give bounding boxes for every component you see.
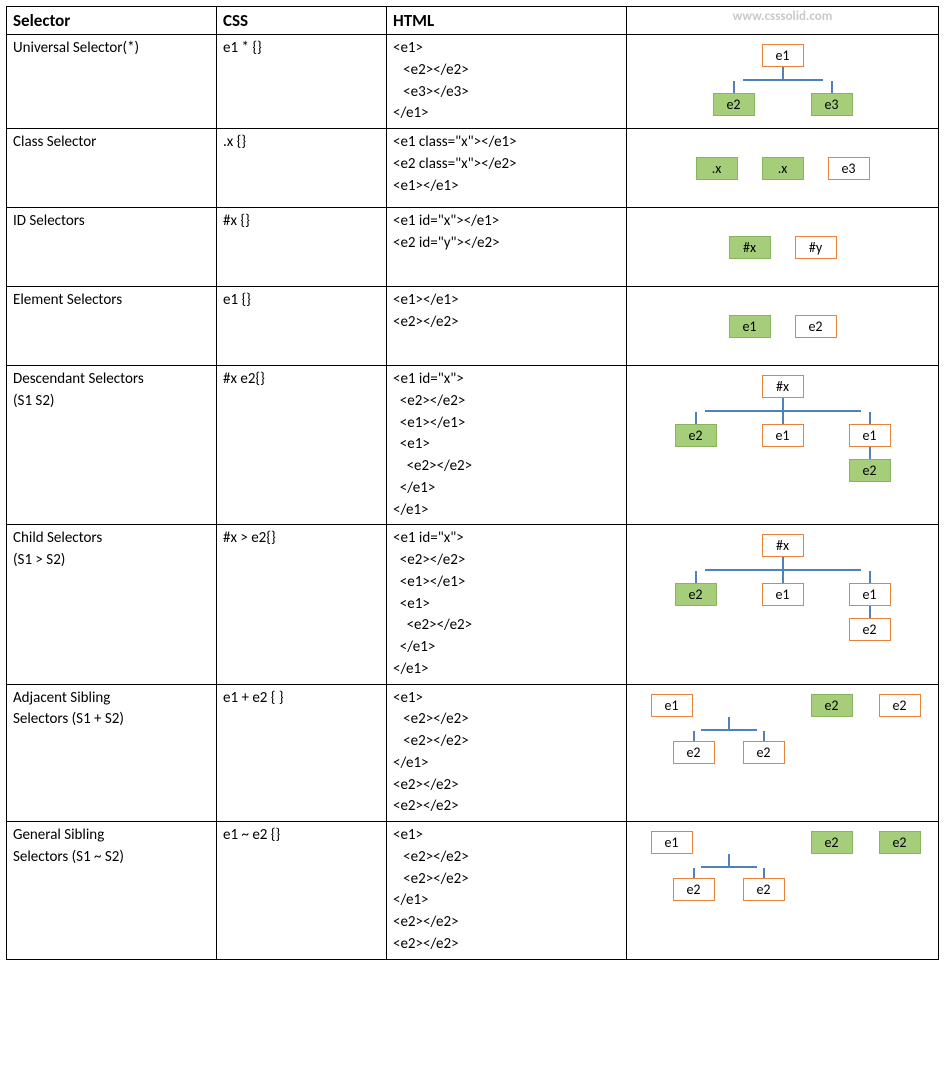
css-code: #x {} [217,208,387,287]
diagram-node: e2 [673,878,715,901]
selector-name: Element Selectors [7,287,217,366]
diagram: .x .x e3 [633,132,932,204]
diagram-node: e2 [743,878,785,901]
css-code: e1 {} [217,287,387,366]
diagram-node: e2 [879,694,921,717]
diagram-node: #x [762,375,804,398]
diagram: e1 e2 e2 e2 e2 [633,825,932,907]
html-code: <e1> <e2></e2> <e2></e2> </e1> <e2></e2>… [387,684,627,822]
selector-name: Descendant Selectors(S1 S2) [7,366,217,525]
table-row: Child Selectors(S1 > S2)#x > e2{}<e1 id=… [7,525,939,684]
diagram: #x e2 e1 e1 e2 [633,528,932,647]
html-code: <e1> <e2></e2> <e3></e3> </e1> [387,35,627,129]
selector-name: General SiblingSelectors (S1 ~ S2) [7,822,217,960]
table-row: Universal Selector(*)e1 * {}<e1> <e2></e… [7,35,939,129]
diagram-node: e1 [849,424,891,447]
html-code: <e1 id="x"></e1> <e2 id="y"></e2> [387,208,627,287]
diagram-node: e2 [713,93,755,116]
header-selector: Selector [7,7,217,35]
diagram-node: e2 [673,741,715,764]
diagram-node: e2 [811,694,853,717]
diagram-node: e3 [811,93,853,116]
diagram-node: e1 [762,44,804,67]
selector-name: Class Selector [7,129,217,208]
diagram: e1 e2 e3 [633,38,932,122]
html-code: <e1 id="x"> <e2></e2> <e1></e1> <e1> <e2… [387,366,627,525]
diagram-node: e1 [729,315,771,338]
diagram-node: e1 [651,831,693,854]
selector-name: Adjacent SiblingSelectors (S1 + S2) [7,684,217,822]
diagram-node: #x [729,236,771,259]
diagram-cell: #x e2 e1 e1 e2 [627,525,939,684]
watermark: www.csssolid.com [627,7,939,35]
html-code: <e1> <e2></e2> <e2></e2> </e1> <e2></e2>… [387,822,627,960]
diagram-node: #y [795,236,837,259]
diagram-cell: e1 e2 [627,287,939,366]
diagram: e1 e2 [633,290,932,362]
header-css: CSS [217,7,387,35]
diagram: #x #y [633,211,932,283]
diagram-cell: e1 e2 e2 e2 e2 [627,822,939,960]
css-selectors-table: Selector CSS HTML www.csssolid.com Unive… [6,6,939,960]
diagram-node: e1 [762,583,804,606]
diagram-cell: e1 e2 e2 e2 e2 [627,684,939,822]
selector-name: ID Selectors [7,208,217,287]
diagram-node: e2 [675,424,717,447]
table-row: Adjacent SiblingSelectors (S1 + S2)e1 + … [7,684,939,822]
css-code: e1 * {} [217,35,387,129]
diagram: #x e2 e1 e1 e2 [633,369,932,488]
diagram-node: e2 [879,831,921,854]
selector-name: Child Selectors(S1 > S2) [7,525,217,684]
diagram-cell: e1 e2 e3 [627,35,939,129]
table-row: Descendant Selectors(S1 S2)#x e2{}<e1 id… [7,366,939,525]
css-code: .x {} [217,129,387,208]
diagram-node: e2 [675,583,717,606]
table-row: General SiblingSelectors (S1 ~ S2)e1 ~ e… [7,822,939,960]
diagram-node: e1 [651,694,693,717]
header-html: HTML [387,7,627,35]
table-row: ID Selectors#x {}<e1 id="x"></e1> <e2 id… [7,208,939,287]
diagram-node: #x [762,534,804,557]
css-code: #x e2{} [217,366,387,525]
html-code: <e1 class="x"></e1> <e2 class="x"></e2> … [387,129,627,208]
html-code: <e1 id="x"> <e2></e2> <e1></e1> <e1> <e2… [387,525,627,684]
diagram-cell: .x .x e3 [627,129,939,208]
diagram-node: e2 [811,831,853,854]
diagram-cell: #x e2 e1 e1 e2 [627,366,939,525]
html-code: <e1></e1> <e2></e2> [387,287,627,366]
diagram-node: e3 [828,157,870,180]
diagram-node: e1 [762,424,804,447]
diagram-node: e2 [743,741,785,764]
diagram: e1 e2 e2 e2 e2 [633,688,932,770]
css-code: #x > e2{} [217,525,387,684]
selector-name: Universal Selector(*) [7,35,217,129]
css-code: e1 + e2 { } [217,684,387,822]
diagram-node: e2 [849,618,891,641]
diagram-cell: #x #y [627,208,939,287]
diagram-node: e2 [795,315,837,338]
diagram-node: e2 [849,459,891,482]
table-row: Class Selector.x {}<e1 class="x"></e1> <… [7,129,939,208]
diagram-node: e1 [849,583,891,606]
diagram-node: .x [696,157,738,180]
diagram-node: .x [762,157,804,180]
css-code: e1 ~ e2 {} [217,822,387,960]
table-row: Element Selectorse1 {}<e1></e1> <e2></e2… [7,287,939,366]
